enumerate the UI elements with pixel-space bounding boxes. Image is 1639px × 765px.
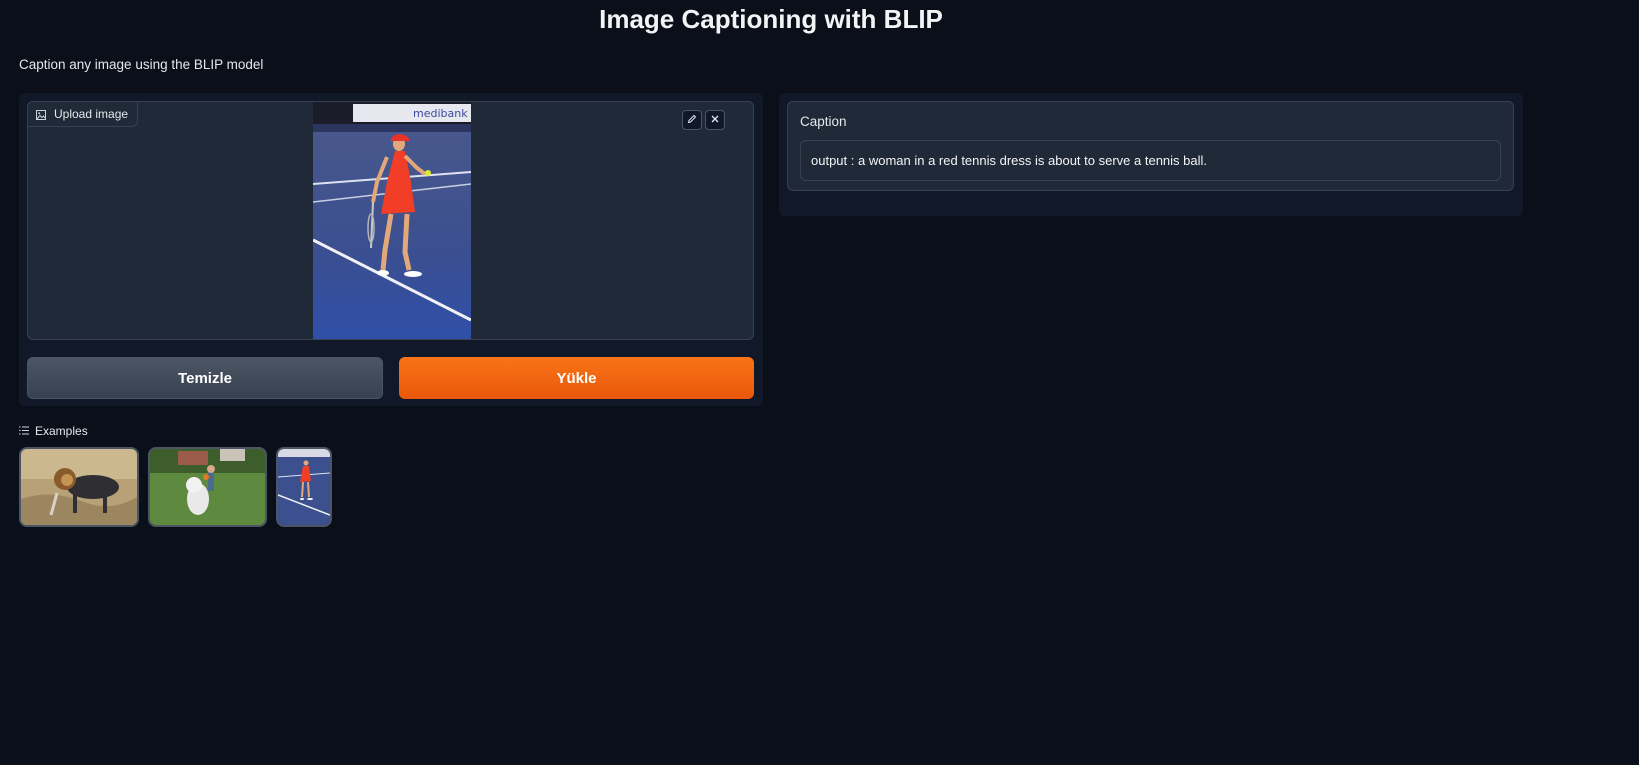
remove-image-button[interactable] [705,110,725,130]
uploaded-image: medibank [312,102,472,339]
app-page: Image Captioning with BLIP Caption any i… [0,0,1639,765]
caption-output[interactable]: output : a woman in a red tennis dress i… [800,140,1501,181]
submit-button[interactable]: Yükle [399,357,754,399]
page-title: Image Captioning with BLIP [599,4,943,34]
example-thumbnail-tennis[interactable] [276,447,332,527]
image-icon [36,109,46,120]
clear-button[interactable]: Temizle [27,357,383,399]
pencil-icon [687,111,697,129]
page-description: Caption any image using the BLIP model [19,57,264,72]
caption-label: Caption [800,114,847,129]
edit-image-button[interactable] [682,110,702,130]
list-icon [19,424,29,438]
upload-image-label: Upload image [28,102,139,127]
output-panel: Caption output : a woman in a red tennis… [779,93,1523,216]
examples-label: Examples [35,424,88,438]
upload-image-label-text: Upload image [54,107,129,121]
example-thumbnail-lion[interactable] [19,447,139,527]
caption-block: Caption output : a woman in a red tennis… [787,101,1514,191]
close-icon [710,111,720,129]
image-upload-area[interactable]: Upload image medibank [27,101,754,340]
input-panel: Upload image medibank Temizle Yükle [19,93,763,406]
example-thumbnail-dog[interactable] [148,447,267,527]
examples-header: Examples [19,424,88,438]
photo-banner-text: medibank [413,107,468,120]
